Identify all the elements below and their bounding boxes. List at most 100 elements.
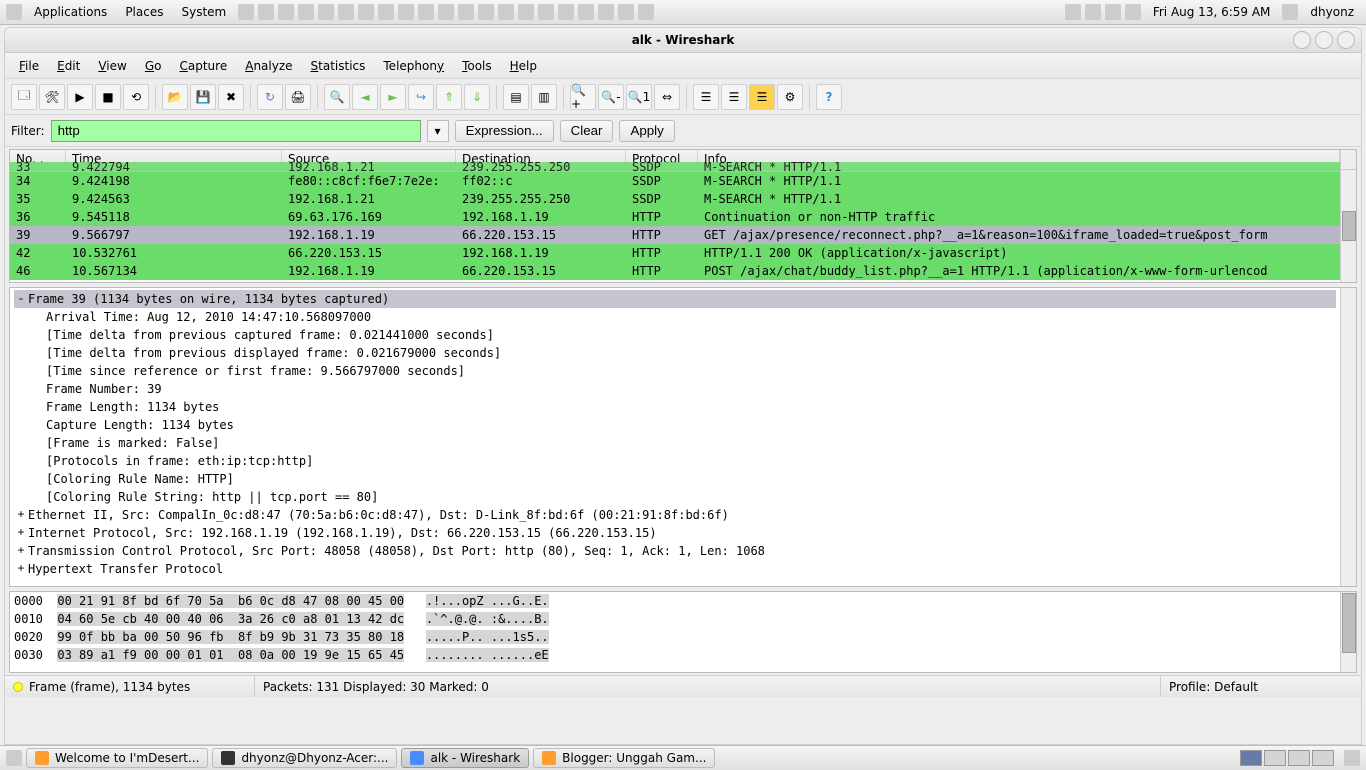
- expert-info-led-icon[interactable]: [13, 682, 23, 692]
- status-profile[interactable]: Profile: Default: [1161, 676, 1361, 697]
- capture-filters-icon[interactable]: ☰: [693, 84, 719, 110]
- details-row[interactable]: [Protocols in frame: eth:ip:tcp:http]: [14, 452, 1336, 470]
- show-desktop-icon[interactable]: [6, 750, 22, 766]
- workspace-1[interactable]: [1240, 750, 1262, 766]
- go-back-icon[interactable]: ◄: [352, 84, 378, 110]
- places-menu[interactable]: Places: [119, 3, 169, 21]
- network-icon[interactable]: [1105, 4, 1121, 20]
- details-scrollbar[interactable]: [1340, 288, 1356, 586]
- menu-tools[interactable]: Tools: [454, 56, 500, 76]
- details-row[interactable]: Frame Length: 1134 bytes: [14, 398, 1336, 416]
- details-row[interactable]: +Hypertext Transfer Protocol: [14, 560, 1336, 578]
- task-button[interactable]: Blogger: Unggah Gam...: [533, 748, 715, 768]
- close-file-icon[interactable]: ✖: [218, 84, 244, 110]
- print-icon[interactable]: 🖨: [285, 84, 311, 110]
- interfaces-icon[interactable]: 🗔: [11, 84, 37, 110]
- launcher-icon[interactable]: [258, 4, 274, 20]
- clock[interactable]: Fri Aug 13, 6:59 AM: [1147, 5, 1277, 19]
- details-row[interactable]: -Frame 39 (1134 bytes on wire, 1134 byte…: [14, 290, 1336, 308]
- user-menu[interactable]: dhyonz: [1304, 5, 1360, 19]
- details-row[interactable]: [Time delta from previous captured frame…: [14, 326, 1336, 344]
- menu-file[interactable]: File: [11, 56, 47, 76]
- task-button[interactable]: dhyonz@Dhyonz-Acer:...: [212, 748, 397, 768]
- launcher-icon[interactable]: [398, 4, 414, 20]
- launcher-icon[interactable]: [518, 4, 534, 20]
- details-row[interactable]: [Frame is marked: False]: [14, 434, 1336, 452]
- help-icon[interactable]: ?: [816, 84, 842, 110]
- expand-icon[interactable]: +: [14, 562, 28, 576]
- go-forward-icon[interactable]: ►: [380, 84, 406, 110]
- zoom-in-icon[interactable]: 🔍+: [570, 84, 596, 110]
- filter-dropdown[interactable]: ▾: [427, 120, 449, 142]
- launcher-icon[interactable]: [478, 4, 494, 20]
- launcher-icon[interactable]: [638, 4, 654, 20]
- launcher-icon[interactable]: [238, 4, 254, 20]
- details-row[interactable]: [Time delta from previous displayed fram…: [14, 344, 1336, 362]
- workspace-4[interactable]: [1312, 750, 1334, 766]
- save-icon[interactable]: 💾: [190, 84, 216, 110]
- details-row[interactable]: Arrival Time: Aug 12, 2010 14:47:10.5680…: [14, 308, 1336, 326]
- go-first-icon[interactable]: ⇑: [436, 84, 462, 110]
- hex-row[interactable]: 0030 03 89 a1 f9 00 00 01 01 08 0a 00 19…: [14, 648, 1336, 666]
- launcher-icon[interactable]: [438, 4, 454, 20]
- resize-cols-icon[interactable]: ⇔: [654, 84, 680, 110]
- launcher-icon[interactable]: [298, 4, 314, 20]
- menu-help[interactable]: Help: [502, 56, 545, 76]
- expression-button[interactable]: Expression...: [455, 120, 554, 142]
- launcher-icon[interactable]: [358, 4, 374, 20]
- open-icon[interactable]: 📂: [162, 84, 188, 110]
- task-button[interactable]: alk - Wireshark: [401, 748, 529, 768]
- colorize-icon[interactable]: ▤: [503, 84, 529, 110]
- launcher-icon[interactable]: [278, 4, 294, 20]
- launcher-icon[interactable]: [498, 4, 514, 20]
- packet-row[interactable]: 4210.53276166.220.153.15192.168.1.19HTTP…: [10, 244, 1340, 262]
- expand-icon[interactable]: +: [14, 544, 28, 558]
- launcher-icon[interactable]: [458, 4, 474, 20]
- packet-row[interactable]: 399.566797192.168.1.1966.220.153.15HTTPG…: [10, 226, 1340, 244]
- menu-go[interactable]: Go: [137, 56, 170, 76]
- applications-menu[interactable]: Applications: [28, 3, 113, 21]
- details-row[interactable]: [Time since reference or first frame: 9.…: [14, 362, 1336, 380]
- details-row[interactable]: Capture Length: 1134 bytes: [14, 416, 1336, 434]
- packet-list-scrollbar[interactable]: [1340, 170, 1356, 282]
- hex-row[interactable]: 0010 04 60 5e cb 40 00 40 06 3a 26 c0 a8…: [14, 612, 1336, 630]
- menu-capture[interactable]: Capture: [171, 56, 235, 76]
- restart-capture-icon[interactable]: ⟲: [123, 84, 149, 110]
- launcher-icon[interactable]: [578, 4, 594, 20]
- packet-row[interactable]: 349.424198fe80::c8cf:f6e7:7e2e:ff02::cSS…: [10, 172, 1340, 190]
- volume-icon[interactable]: [1085, 4, 1101, 20]
- autoscroll-icon[interactable]: ▥: [531, 84, 557, 110]
- menu-statistics[interactable]: Statistics: [303, 56, 374, 76]
- go-last-icon[interactable]: ⇓: [464, 84, 490, 110]
- packet-row[interactable]: 4610.567134192.168.1.1966.220.153.15HTTP…: [10, 262, 1340, 280]
- details-row[interactable]: [Coloring Rule String: http || tcp.port …: [14, 488, 1336, 506]
- details-row[interactable]: +Ethernet II, Src: CompalIn_0c:d8:47 (70…: [14, 506, 1336, 524]
- minimize-button[interactable]: [1293, 31, 1311, 49]
- details-row[interactable]: Frame Number: 39: [14, 380, 1336, 398]
- task-button[interactable]: Welcome to I'mDesert...: [26, 748, 208, 768]
- trash-icon[interactable]: [1344, 750, 1360, 766]
- filter-input[interactable]: [51, 120, 421, 142]
- mail-icon[interactable]: [1125, 4, 1141, 20]
- launcher-icon[interactable]: [378, 4, 394, 20]
- expand-icon[interactable]: +: [14, 526, 28, 540]
- details-row[interactable]: [Coloring Rule Name: HTTP]: [14, 470, 1336, 488]
- options-icon[interactable]: 🛠: [39, 84, 65, 110]
- launcher-icon[interactable]: [338, 4, 354, 20]
- details-row[interactable]: +Internet Protocol, Src: 192.168.1.19 (1…: [14, 524, 1336, 542]
- collapse-icon[interactable]: -: [14, 292, 28, 306]
- expand-icon[interactable]: +: [14, 508, 28, 522]
- hex-row[interactable]: 0020 99 0f bb ba 00 50 96 fb 8f b9 9b 31…: [14, 630, 1336, 648]
- preferences-icon[interactable]: ⚙: [777, 84, 803, 110]
- coloring-rules-icon[interactable]: ☰: [749, 84, 775, 110]
- apply-button[interactable]: Apply: [619, 120, 674, 142]
- maximize-button[interactable]: [1315, 31, 1333, 49]
- display-filters-icon[interactable]: ☰: [721, 84, 747, 110]
- workspace-2[interactable]: [1264, 750, 1286, 766]
- packet-row[interactable]: 359.424563192.168.1.21239.255.255.250SSD…: [10, 190, 1340, 208]
- zoom-reset-icon[interactable]: 🔍1: [626, 84, 652, 110]
- start-capture-icon[interactable]: ▶: [67, 84, 93, 110]
- menu-analyze[interactable]: Analyze: [237, 56, 300, 76]
- user-status-icon[interactable]: [1282, 4, 1298, 20]
- launcher-icon[interactable]: [538, 4, 554, 20]
